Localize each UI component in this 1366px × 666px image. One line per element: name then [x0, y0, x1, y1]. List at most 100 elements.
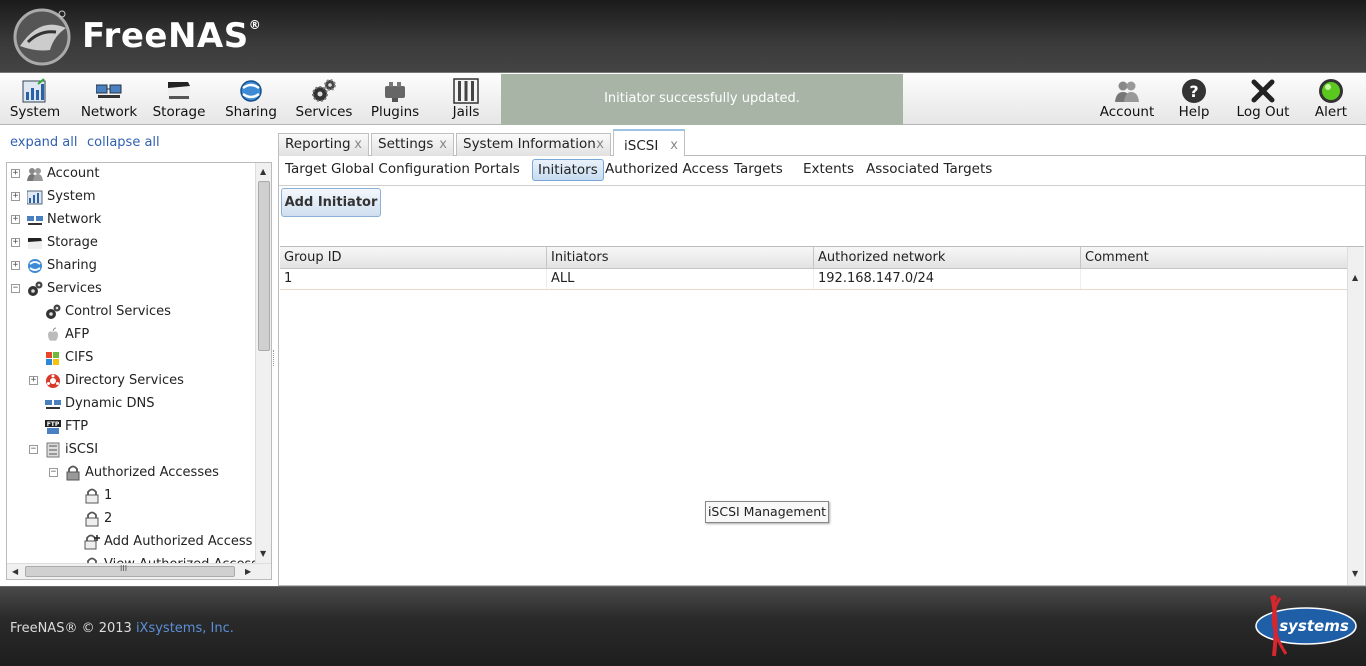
expand-toggle[interactable]: +	[11, 238, 20, 247]
toolbar-sharing-label: Sharing	[225, 104, 277, 120]
table-row[interactable]: 1 ALL 192.168.147.0/24	[280, 269, 1348, 290]
tree-item-account[interactable]: + Account	[7, 163, 257, 185]
toolbar-storage-button[interactable]: Storage	[150, 73, 208, 125]
subtab-portals[interactable]: Portals	[469, 159, 525, 181]
expand-toggle[interactable]: +	[11, 261, 20, 270]
tab-settings[interactable]: Settings x	[371, 133, 454, 156]
sharing-globe-icon	[240, 80, 262, 102]
close-icon[interactable]: x	[354, 134, 362, 155]
alert-green-light-icon	[1319, 79, 1343, 103]
toolbar-services-button[interactable]: Services	[292, 73, 356, 125]
tab-bar: Reporting x Settings x System Informatio…	[278, 128, 1366, 157]
subtab-initiators[interactable]: Initiators	[532, 159, 604, 181]
scroll-up-arrow-icon[interactable]: ▲	[1352, 273, 1358, 282]
tab-iscsi[interactable]: iSCSI x	[613, 129, 685, 157]
expand-toggle[interactable]: +	[11, 169, 20, 178]
tree-item-access-1[interactable]: 1	[7, 485, 257, 507]
grid-vertical-scrollbar[interactable]: ▲ ▼	[1347, 247, 1364, 585]
tree-item-network[interactable]: + Network	[7, 209, 257, 231]
expand-toggle[interactable]: +	[11, 215, 20, 224]
splitter-grip	[273, 350, 276, 366]
tree-item-sharing[interactable]: + Sharing	[7, 255, 257, 277]
toolbar-alert-button[interactable]: Alert	[1310, 73, 1352, 125]
toolbar-network-button[interactable]: Network	[78, 73, 140, 125]
tree-item-iscsi[interactable]: − iSCSI	[7, 439, 257, 461]
column-header-authorized-network[interactable]: Authorized network	[814, 247, 1081, 268]
help-question-icon: ?	[1182, 79, 1206, 103]
scroll-up-arrow-icon[interactable]: ▲	[260, 167, 266, 176]
tree-item-access-2[interactable]: 2	[7, 508, 257, 530]
toolbar-storage-label: Storage	[152, 104, 206, 120]
services-gears-icon	[28, 281, 43, 296]
subtab-target-global-configuration[interactable]: Target Global Configuration	[280, 159, 475, 181]
scroll-down-arrow-icon[interactable]: ▼	[1352, 569, 1358, 578]
tree-item-directory-services[interactable]: + Directory Services	[7, 370, 257, 392]
subtab-associated-targets[interactable]: Associated Targets	[861, 159, 997, 181]
close-icon[interactable]: x	[596, 134, 604, 155]
tree-item-control-services[interactable]: Control Services	[7, 301, 257, 323]
services-gears-icon	[46, 304, 61, 319]
toolbar-plugins-button[interactable]: Plugins	[368, 73, 422, 125]
add-initiator-button[interactable]: Add Initiator	[281, 188, 381, 217]
tree-item-dynamic-dns[interactable]: Dynamic DNS	[7, 393, 257, 415]
pane-splitter[interactable]	[272, 130, 277, 586]
column-header-group-id[interactable]: Group ID	[280, 247, 547, 268]
network-computers-icon	[27, 216, 43, 225]
ixsystems-link[interactable]: iXsystems, Inc.	[136, 621, 234, 636]
tree-item-storage[interactable]: + Storage	[7, 232, 257, 254]
subtab-targets[interactable]: Targets	[729, 159, 788, 181]
tree-item-ftp[interactable]: FTP FTP	[7, 416, 257, 438]
tree-vertical-scroll-thumb[interactable]	[258, 181, 270, 351]
tree-item-system[interactable]: + System	[7, 186, 257, 208]
main-toolbar: System Network Storage Sharing Services	[0, 72, 1366, 125]
collapse-all-link[interactable]: collapse all	[87, 135, 160, 150]
toolbar-help-label: Help	[1178, 104, 1210, 120]
tree-item-afp[interactable]: AFP	[7, 324, 257, 346]
expand-toggle[interactable]: +	[29, 376, 38, 385]
svg-text:?: ?	[1189, 82, 1198, 101]
toolbar-account-button[interactable]: Account	[1098, 73, 1156, 125]
toolbar-account-label: Account	[1099, 104, 1155, 120]
scroll-right-arrow-icon[interactable]: ▶	[245, 567, 251, 576]
ixsystems-logo-icon: systems	[1255, 595, 1357, 657]
collapse-toggle[interactable]: −	[49, 468, 58, 477]
subtab-authorized-access[interactable]: Authorized Access	[600, 159, 734, 181]
toolbar-sharing-button[interactable]: Sharing	[222, 73, 280, 125]
tree-item-label: AFP	[65, 327, 90, 342]
cell-initiators: ALL	[547, 269, 814, 289]
tree-item-label: iSCSI	[65, 442, 99, 457]
copyright-text: FreeNAS® © 2013 iXsystems, Inc.	[10, 621, 234, 636]
tab-system-information[interactable]: System Information x	[456, 133, 611, 156]
scroll-down-arrow-icon[interactable]: ▼	[260, 549, 266, 558]
expand-all-link[interactable]: expand all	[10, 135, 78, 150]
tree-item-add-authorized-access[interactable]: Add Authorized Access	[7, 531, 257, 553]
close-icon[interactable]: x	[439, 134, 447, 155]
collapse-toggle[interactable]: −	[29, 445, 38, 454]
scroll-grip: III	[120, 564, 128, 573]
column-header-comment[interactable]: Comment	[1081, 247, 1348, 268]
expand-toggle[interactable]: +	[11, 192, 20, 201]
toolbar-help-button[interactable]: ? Help	[1174, 73, 1214, 125]
scroll-left-arrow-icon[interactable]: ◀	[12, 567, 18, 576]
toolbar-jails-button[interactable]: Jails	[444, 73, 488, 125]
tree-item-services[interactable]: − Services	[7, 278, 257, 300]
tree-horizontal-scroll-thumb[interactable]: III	[25, 564, 235, 577]
toolbar-logout-button[interactable]: Log Out	[1234, 73, 1292, 125]
collapse-toggle[interactable]: −	[11, 284, 20, 293]
column-header-initiators[interactable]: Initiators	[547, 247, 814, 268]
tree-horizontal-scrollbar[interactable]: ◀ III ▶	[7, 563, 271, 579]
tree-item-authorized-accesses[interactable]: − Authorized Accesses	[7, 462, 257, 484]
tab-label: Reporting	[285, 136, 351, 152]
tree-item-label: CIFS	[65, 350, 94, 365]
grid-header: Group ID Initiators Authorized network C…	[280, 247, 1348, 269]
toolbar-system-button[interactable]: System	[6, 73, 64, 125]
ftp-icon: FTP	[45, 420, 61, 434]
subtab-extents[interactable]: Extents	[798, 159, 859, 181]
tree-item-cifs[interactable]: CIFS	[7, 347, 257, 369]
tab-reporting[interactable]: Reporting x	[278, 133, 369, 156]
directory-services-icon	[46, 374, 60, 388]
tree-vertical-scrollbar[interactable]: ▲ ▼	[255, 163, 271, 563]
toolbar-alert-label: Alert	[1314, 104, 1348, 120]
toolbar-plugins-label: Plugins	[370, 104, 420, 120]
storage-drive-icon	[28, 238, 42, 249]
